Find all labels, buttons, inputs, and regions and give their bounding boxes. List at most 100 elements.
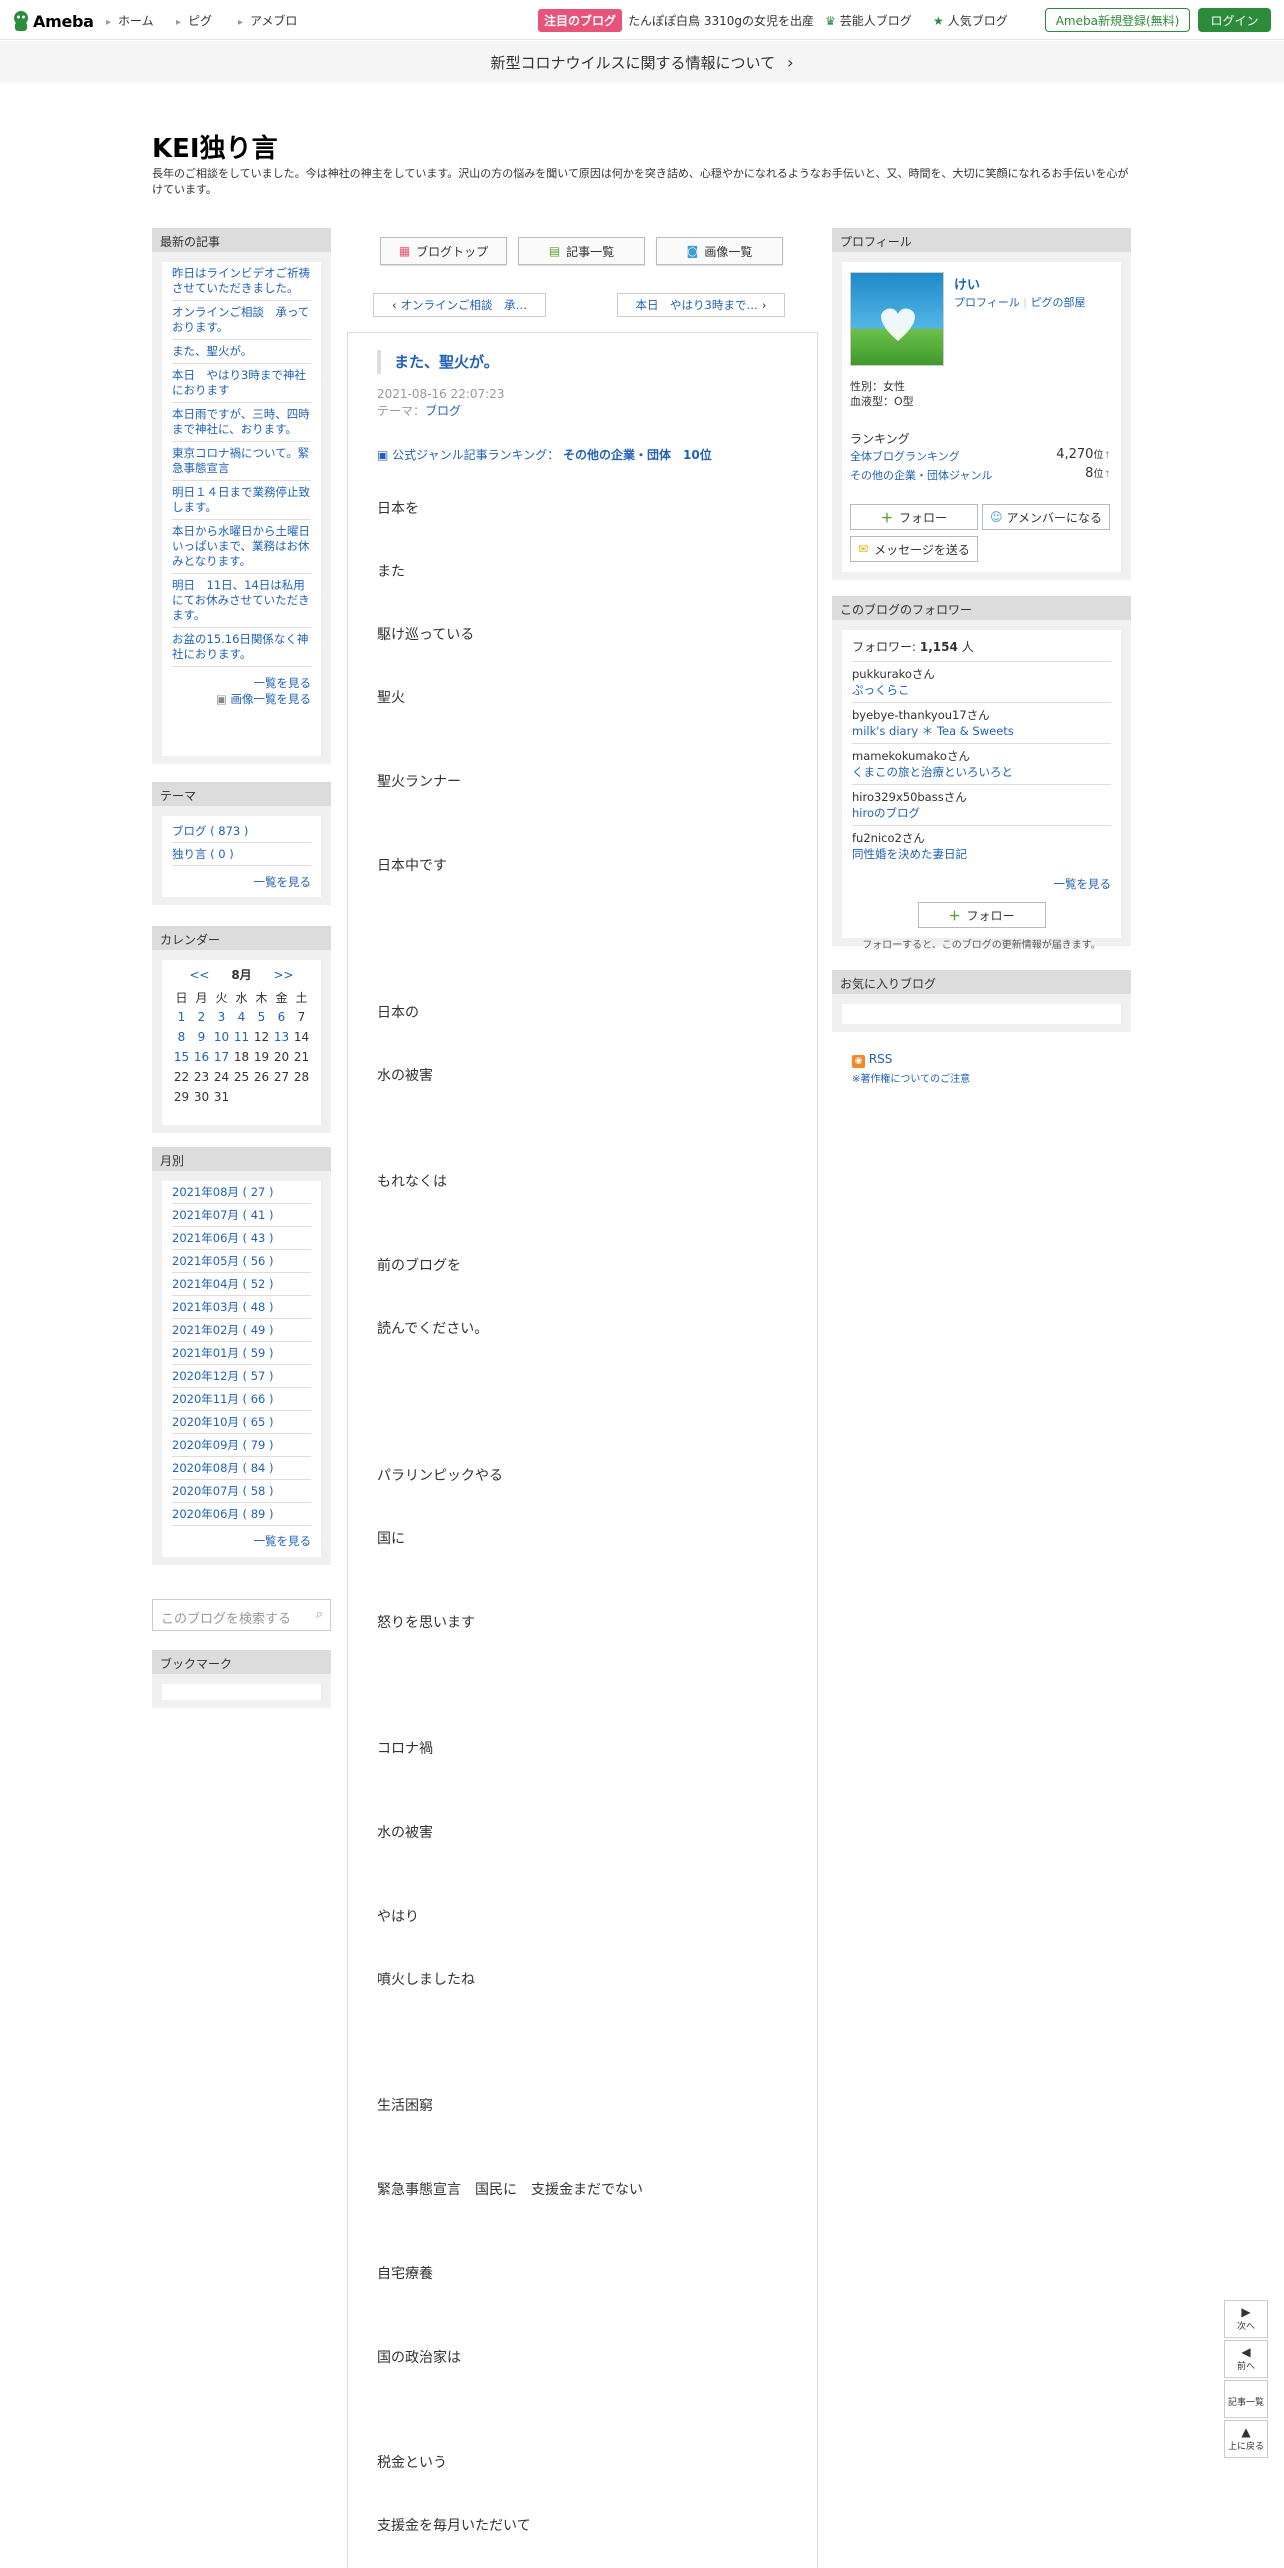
monthly-archive-item[interactable]: 2020年12月 ( 57 ) — [172, 1365, 311, 1388]
calendar-day[interactable]: 10 — [212, 1027, 232, 1047]
nav-home[interactable]: ホーム — [106, 12, 154, 29]
pickup-blog[interactable]: 注目のブログ たんぽぽ白鳥 3310gの女児を出産 — [538, 8, 814, 32]
pig-room-link[interactable]: ピグの部屋 — [1031, 296, 1086, 309]
rss-link[interactable]: ◉ RSS — [852, 1052, 892, 1068]
follower-blog-link[interactable]: hiroのブログ — [852, 805, 1111, 821]
monthly-archive-item[interactable]: 2020年11月 ( 66 ) — [172, 1388, 311, 1411]
genre-ranking-link[interactable]: その他の企業・団体ジャンル — [850, 467, 992, 483]
triangle-right-icon: ▶ — [1241, 2305, 1251, 2319]
copyright-link[interactable]: ※著作権についてのご注意 — [852, 1070, 970, 1085]
theme-link[interactable]: ブログ — [425, 404, 461, 418]
profile-avatar[interactable] — [850, 272, 944, 366]
calendar-day[interactable]: 15 — [172, 1047, 192, 1067]
followers-count: フォロワー: 1,154 人 — [852, 638, 1111, 655]
monthly-archive-item[interactable]: 2021年05月 ( 56 ) — [172, 1250, 311, 1273]
amember-button[interactable]: ☺ アメンバーになる — [982, 504, 1110, 530]
float-prev-button[interactable]: ◀ 前へ — [1224, 2340, 1268, 2378]
calendar-day[interactable]: 4 — [232, 1007, 252, 1027]
monthly-archive-item[interactable]: 2020年06月 ( 89 ) — [172, 1503, 311, 1526]
profile-name[interactable]: けい — [954, 274, 980, 293]
overall-ranking-link[interactable]: 全体ブログランキング — [850, 448, 960, 464]
celeb-blog-link[interactable]: ♛ 芸能人ブログ — [825, 12, 912, 29]
recent-article[interactable]: 本日から水曜日から土曜日いっぱいまで、業務はお休みとなります。 — [172, 520, 311, 574]
follower-blog-link[interactable]: ぷっくらこ — [852, 682, 1111, 698]
calendar-day[interactable]: 17 — [212, 1047, 232, 1067]
recent-article[interactable]: 本日 やはり3時まで神社におります — [172, 364, 311, 403]
profile-link[interactable]: プロフィール — [954, 296, 1020, 309]
float-list-button[interactable]: 記事一覧 — [1224, 2380, 1268, 2418]
recent-more-link[interactable]: 一覧を見る — [172, 675, 312, 691]
follow-note: フォローすると、このブログの更新情報が届きます。 — [862, 940, 1101, 951]
monthly-archive-item[interactable]: 2021年07月 ( 41 ) — [172, 1204, 311, 1227]
blog-title[interactable]: KEI独り言 — [152, 128, 278, 165]
monthly-archive-item[interactable]: 2021年04月 ( 52 ) — [172, 1273, 311, 1296]
nav-ameblo[interactable]: アメブロ — [238, 12, 297, 29]
follow-button-2[interactable]: ＋ フォロー — [917, 902, 1046, 928]
monthly-archive-item[interactable]: 2020年08月 ( 84 ) — [172, 1457, 311, 1480]
register-button[interactable]: Ameba新規登録(無料) — [1045, 8, 1190, 32]
calendar-day[interactable]: 11 — [232, 1027, 252, 1047]
theme-more-link[interactable]: 一覧を見る — [172, 874, 312, 890]
followers-more-link[interactable]: 一覧を見る — [852, 876, 1112, 892]
calendar-day[interactable]: 16 — [192, 1047, 212, 1067]
login-button[interactable]: ログイン — [1198, 8, 1271, 32]
calendar-day[interactable]: 6 — [272, 1007, 292, 1027]
recent-article[interactable]: 明日 11日、14日は私用にてお休みさせていただきます。 — [172, 574, 311, 628]
recent-article[interactable]: お盆の15.16日関係なく神社におります。 — [172, 628, 311, 667]
monthly-archive-item[interactable]: 2021年02月 ( 49 ) — [172, 1319, 311, 1342]
message-button[interactable]: ✉ メッセージを送る — [850, 536, 978, 562]
covid-notice[interactable]: 新型コロナウイルスに関する情報について › — [0, 41, 1284, 83]
calendar-day[interactable]: 8 — [172, 1027, 192, 1047]
follow-label-2: フォロー — [966, 908, 1015, 923]
monthly-archive-item[interactable]: 2021年03月 ( 48 ) — [172, 1296, 311, 1319]
float-top-button[interactable]: ▲ 上に戻る — [1224, 2420, 1268, 2458]
calendar-prev-link[interactable]: << — [189, 968, 209, 982]
blog-top-button[interactable]: ▦ ブログトップ — [380, 237, 507, 265]
recent-article[interactable]: 明日１４日まで業務停止致します。 — [172, 481, 311, 520]
follow-button[interactable]: ＋ フォロー — [850, 504, 978, 530]
monthly-archive-item[interactable]: 2021年01月 ( 59 ) — [172, 1342, 311, 1365]
recent-article[interactable]: 東京コロナ禍について。緊急事態宣言 — [172, 442, 311, 481]
monthly-archive-item[interactable]: 2020年10月 ( 65 ) — [172, 1411, 311, 1434]
image-list-button[interactable]: ◙ 画像一覧 — [656, 237, 783, 265]
article-list-button[interactable]: ▤ 記事一覧 — [518, 237, 645, 265]
calendar-day[interactable]: 3 — [212, 1007, 232, 1027]
monthly-archive-item[interactable]: 2021年06月 ( 43 ) — [172, 1227, 311, 1250]
recent-article[interactable]: 昨日はラインビデオご祈祷させていただきました。 — [172, 262, 311, 301]
prev-entry-button[interactable]: ‹ オンラインご相談 承… — [373, 293, 546, 317]
calendar-day[interactable]: 1 — [172, 1007, 192, 1027]
calendar-day[interactable]: 5 — [252, 1007, 272, 1027]
calendar-day[interactable]: 9 — [192, 1027, 212, 1047]
ameba-logo[interactable]: Ameba — [12, 9, 94, 33]
recent-article[interactable]: また、聖火が。 — [172, 340, 311, 364]
calendar-next-link[interactable]: >> — [274, 968, 294, 982]
profile-links: プロフィール | ピグの部屋 — [954, 296, 1086, 309]
popular-blog-link[interactable]: ★ 人気ブログ — [933, 12, 1008, 29]
next-entry-button[interactable]: 本日 やはり3時まで… › — [617, 293, 785, 317]
monthly-more-link[interactable]: 一覧を見る — [172, 1533, 312, 1549]
blog-search-input[interactable]: このブログを検索する ⌕ — [152, 1599, 331, 1631]
pickup-text[interactable]: たんぽぽ白鳥 3310gの女児を出産 — [628, 12, 814, 29]
theme-item[interactable]: 独り言 ( 0 ) — [172, 843, 311, 866]
genre-ranking[interactable]: ▣ 公式ジャンル記事ランキング： その他の企業・団体 10位 — [377, 446, 712, 463]
calendar-weekday: 水 — [235, 990, 248, 1005]
follower-blog-link[interactable]: 同性婚を決めた妻日記 — [852, 846, 1111, 862]
calendar-day[interactable]: 2 — [192, 1007, 212, 1027]
entry-title[interactable]: また、聖火が。 — [377, 350, 499, 374]
ameba-logo-text: Ameba — [33, 11, 94, 31]
monthly-archive-item[interactable]: 2021年08月 ( 27 ) — [172, 1181, 311, 1204]
follower-blog-link[interactable]: くまこの旅と治療といろいろと — [852, 764, 1111, 780]
image-list-link[interactable]: ▣ 画像一覧を見る — [172, 691, 311, 707]
theme-item[interactable]: ブログ ( 873 ) — [172, 820, 311, 843]
follow-label: フォロー — [899, 510, 948, 525]
nav-pigg[interactable]: ピグ — [176, 12, 212, 29]
genre-ranking-value: 8位↑ — [1085, 465, 1111, 481]
recent-article[interactable]: オンラインご相談 承っております。 — [172, 301, 311, 340]
search-icon[interactable]: ⌕ — [316, 1607, 323, 1622]
calendar-day[interactable]: 13 — [272, 1027, 292, 1047]
follower-blog-link[interactable]: milk's diary ＊ Tea & Sweets — [852, 723, 1111, 739]
monthly-archive-item[interactable]: 2020年09月 ( 79 ) — [172, 1434, 311, 1457]
monthly-archive-item[interactable]: 2020年07月 ( 58 ) — [172, 1480, 311, 1503]
recent-article[interactable]: 本日雨ですが、三時、四時まで神社に、おります。 — [172, 403, 311, 442]
float-next-button[interactable]: ▶ 次へ — [1224, 2300, 1268, 2338]
